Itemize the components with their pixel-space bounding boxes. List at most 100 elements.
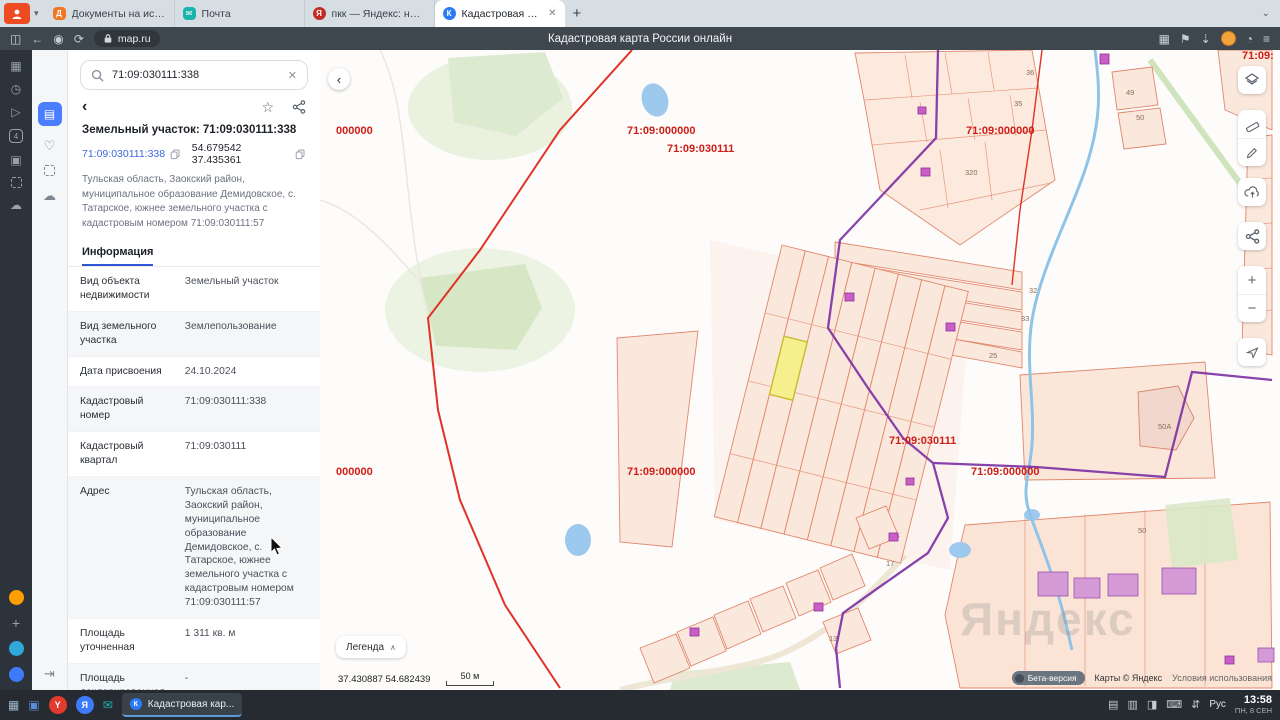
search-input[interactable]: 71:09:030111:338 ✕ (80, 60, 308, 90)
yandex-browser-icon[interactable]: Y (48, 696, 67, 714)
add-panel-icon[interactable]: + (12, 616, 20, 630)
attr-label: Кадастровый номер (68, 386, 173, 433)
attr-value: Земельный участок (172, 267, 320, 312)
table-row: Вид земельного участка Землепользование (68, 311, 320, 357)
browser-menu-icon[interactable]: ≡ (1263, 33, 1270, 45)
bookmark-flag-icon[interactable]: ⚑ (1180, 33, 1191, 45)
mail-app-icon[interactable]: ✉ (103, 699, 113, 711)
selection-tool-icon[interactable] (10, 177, 22, 188)
panel-collapse-button[interactable]: ‹ (328, 68, 350, 90)
network-icon[interactable]: ⇵ (1191, 698, 1200, 711)
parcel-number: 50 (1138, 526, 1146, 535)
address-bar[interactable]: map.ru (93, 30, 160, 47)
info-panel: 71:09:030111:338 ✕ ‹ ☆ Земельный участок… (68, 50, 320, 690)
attr-value: 24.10.2024 (172, 356, 320, 388)
window-title: Кадастровая кар... (147, 698, 235, 710)
location-arrow-icon (1245, 346, 1259, 359)
quarter-label: 71:09:030111 (667, 143, 734, 155)
map-share-button[interactable] (1238, 222, 1266, 250)
attr-label: Кадастровый квартал (68, 431, 173, 478)
attr-label: Вид земельного участка (68, 311, 173, 357)
copy-icon[interactable] (295, 149, 306, 160)
new-tab-button[interactable]: + (573, 5, 582, 22)
tab-information[interactable]: Информация (82, 246, 154, 266)
yandex-app-icon[interactable]: Я (75, 696, 94, 714)
attr-label: Вид объекта недвижимости (68, 267, 173, 312)
tab-title: пкк — Яндекс: нашлось (331, 7, 426, 20)
telegram-icon[interactable] (8, 641, 24, 656)
parcel-number: 50А (1158, 422, 1171, 431)
login-chevron-icon[interactable]: ▾ (34, 8, 39, 19)
services-grid-icon[interactable]: ▦ (10, 60, 21, 72)
messenger-icon[interactable] (8, 667, 24, 682)
zoom-out-button[interactable]: − (1238, 294, 1266, 322)
cadastre-app-icon[interactable]: ▤ (37, 102, 62, 126)
table-row: Площадь уточненная 1 311 кв. м (68, 618, 320, 664)
parcel-number: 33 (1021, 314, 1029, 323)
tab-cadastral-map[interactable]: К Кадастровая карта Ро ✕ (434, 0, 565, 27)
history-icon[interactable]: ◷ (11, 83, 21, 95)
protect-icon[interactable]: ◉ (53, 33, 63, 45)
share-icon[interactable] (292, 100, 306, 114)
collapse-panel-icon[interactable]: ⇥ (44, 667, 55, 680)
ruler-button[interactable] (1238, 110, 1266, 138)
favorite-star-icon[interactable]: ☆ (261, 100, 274, 114)
browser-login-button[interactable] (4, 3, 30, 24)
favorites-heart-icon[interactable]: ♡ (44, 139, 56, 152)
screenshot-icon[interactable]: ▣ (10, 154, 21, 166)
clock[interactable]: 13:58 ПН, 8 СЕН (1235, 694, 1272, 715)
layers-button[interactable] (1238, 66, 1266, 94)
tab-documents-favicon-icon: Д (52, 7, 66, 20)
refresh-icon[interactable]: ⟳ (74, 33, 84, 45)
tabs-count-badge[interactable]: 4 (9, 129, 23, 143)
cloud-sync-icon[interactable]: ☁ (43, 189, 56, 202)
sidebar-toggle-icon[interactable]: ◫ (10, 33, 21, 45)
copy-icon[interactable] (170, 149, 181, 160)
area-select-icon[interactable] (44, 165, 55, 176)
volume-icon[interactable]: ◨ (1147, 698, 1157, 711)
tab-documents[interactable]: Д Документы на исполнен (45, 0, 175, 27)
display-icon[interactable]: ▥ (1127, 698, 1137, 711)
map-svg[interactable]: 000000 71:09:000000 71:09:030111 71:09:0… (320, 50, 1280, 690)
cadastral-number-link[interactable]: 71:09:030111:338 (82, 148, 165, 160)
draw-button[interactable] (1238, 138, 1266, 166)
map-canvas[interactable]: 000000 71:09:000000 71:09:030111 71:09:0… (320, 50, 1280, 690)
downloads-icon[interactable]: ⇣ (1201, 33, 1211, 45)
file-manager-icon[interactable]: ▣ (28, 699, 39, 711)
panel-back-button[interactable]: ‹ (82, 99, 87, 115)
attr-value: 1 311 кв. м (172, 618, 320, 664)
lock-icon (104, 34, 112, 43)
printer-icon[interactable]: ▤ (1108, 698, 1118, 711)
terms-link[interactable]: Условия использования (1172, 673, 1272, 683)
locate-button[interactable] (1238, 338, 1266, 366)
quarter-label: 71:09:030111 (889, 435, 956, 447)
table-row: Вид объекта недвижимости Земельный участо… (68, 267, 320, 312)
app-menu-icon[interactable]: ▦ (8, 699, 19, 711)
keyboard-icon[interactable]: ⌨ (1166, 698, 1182, 711)
notifications-icon[interactable]: ◔ (1246, 33, 1253, 45)
table-row: Адрес Тульская область, Заокский район, м… (68, 476, 320, 620)
zoom-group: + − (1238, 266, 1266, 322)
alice-assistant-icon[interactable] (8, 590, 24, 605)
extensions-icon[interactable]: ▦ (1159, 33, 1170, 45)
active-window-button[interactable]: К Кадастровая кар... (121, 693, 243, 717)
video-icon[interactable]: ▷ (11, 106, 20, 118)
quarter-label: 000000 (336, 466, 373, 478)
panel-actions: ‹ ☆ (68, 94, 320, 117)
keyboard-layout-indicator[interactable]: Рус (1209, 699, 1226, 710)
search-value: 71:09:030111:338 (112, 69, 200, 81)
tab-yandex-search[interactable]: Я пкк — Яндекс: нашлось (305, 0, 435, 27)
attr-label: Дата присвоения (68, 356, 173, 388)
zoom-in-button[interactable]: + (1238, 266, 1266, 294)
cloud-icon[interactable]: ☁ (10, 199, 22, 211)
parcel-number: 320 (965, 168, 978, 177)
tab-list-icon[interactable]: ⌄ (1262, 8, 1270, 19)
url-text: map.ru (117, 32, 151, 45)
legend-button[interactable]: Легенда ∧ (336, 636, 406, 658)
tab-close-icon[interactable]: ✕ (548, 8, 556, 19)
upload-button[interactable] (1238, 178, 1266, 206)
clear-search-icon[interactable]: ✕ (288, 69, 297, 82)
back-icon[interactable]: ← (31, 33, 43, 45)
tab-mail[interactable]: ✉ Почта (175, 0, 305, 27)
profile-avatar[interactable] (1220, 31, 1236, 46)
